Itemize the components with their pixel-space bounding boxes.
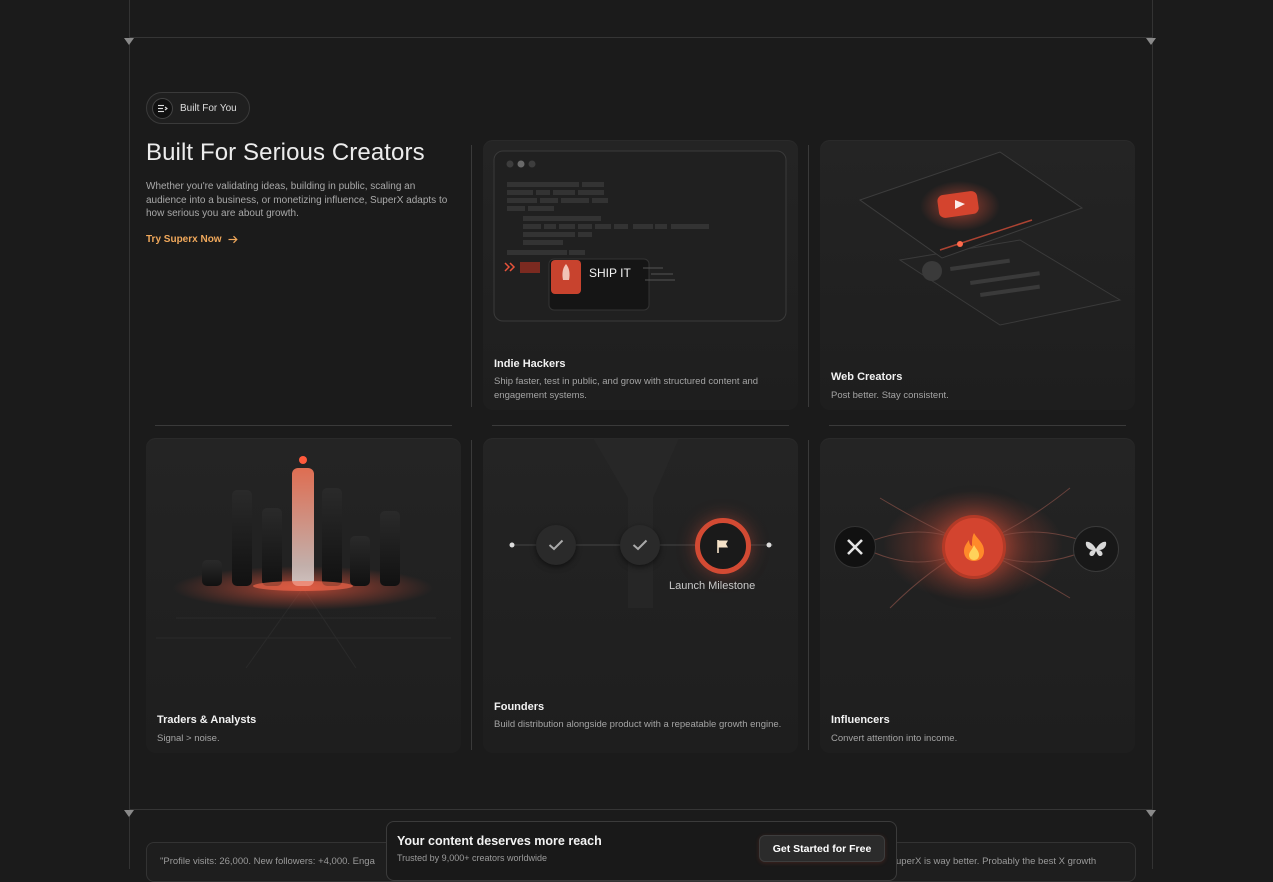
popup-subtitle: Trusted by 9,000+ creators worldwide <box>397 853 547 863</box>
code-editor-illustration <box>483 140 798 340</box>
try-superx-link[interactable]: Try Superx Now <box>146 234 238 245</box>
check-icon <box>536 525 576 565</box>
grid-separator <box>492 425 789 426</box>
card-title: Influencers <box>831 714 890 726</box>
badge-label: Built For You <box>180 103 237 114</box>
frame-line-left <box>129 0 130 869</box>
frame-line-bottom <box>129 809 1152 810</box>
flag-icon <box>695 518 751 574</box>
section-description: Whether you're validating ideas, buildin… <box>146 180 454 221</box>
frame-line-top <box>129 37 1152 38</box>
bar-chart-illustration <box>146 438 461 678</box>
check-icon <box>620 525 660 565</box>
reach-cta-popup: Your content deserves more reach Trusted… <box>386 821 897 881</box>
testimonial-quote: uperX is way better. Probably the best X… <box>896 856 1116 867</box>
card-title: Founders <box>494 701 544 713</box>
arrow-right-icon <box>228 235 238 244</box>
grid-separator <box>155 425 452 426</box>
milestone-label: Launch Milestone <box>669 580 755 592</box>
card-description: Post better. Stay consistent. <box>831 389 949 403</box>
card-indie-hackers[interactable]: SHIP IT Indie Hackers Ship faster, test … <box>483 140 798 410</box>
butterfly-icon <box>1073 526 1119 572</box>
grid-separator <box>829 425 1126 426</box>
card-traders-analysts[interactable]: Traders & Analysts Signal > noise. <box>146 438 461 753</box>
get-started-button[interactable]: Get Started for Free <box>759 835 885 862</box>
section-title: Built For Serious Creators <box>146 139 425 167</box>
card-description: Signal > noise. <box>157 732 220 746</box>
card-description: Ship faster, test in public, and grow wi… <box>494 375 784 403</box>
grid-separator <box>471 145 472 407</box>
card-title: Indie Hackers <box>494 358 566 370</box>
card-description: Convert attention into income. <box>831 732 957 746</box>
list-icon <box>152 98 173 119</box>
card-title: Traders & Analysts <box>157 714 256 726</box>
grid-separator <box>808 440 809 750</box>
corner-marker <box>124 810 134 817</box>
fire-icon <box>942 515 1006 579</box>
x-logo-icon <box>834 526 876 568</box>
card-web-creators[interactable]: Web Creators Post better. Stay consisten… <box>820 140 1135 410</box>
corner-marker <box>124 38 134 45</box>
popup-title: Your content deserves more reach <box>397 834 602 848</box>
testimonial-quote: "Profile visits: 26,000. New followers: … <box>160 856 390 867</box>
ship-it-label: SHIP IT <box>589 266 631 280</box>
grid-separator <box>471 440 472 750</box>
cta-label: Try Superx Now <box>146 234 222 245</box>
card-title: Web Creators <box>831 371 902 383</box>
card-influencers[interactable]: Influencers Convert attention into incom… <box>820 438 1135 753</box>
card-description: Build distribution alongside product wit… <box>494 718 784 732</box>
corner-marker <box>1146 38 1156 45</box>
video-post-illustration <box>820 140 1135 340</box>
grid-separator <box>808 145 809 407</box>
card-founders[interactable]: Launch Milestone Founders Build distribu… <box>483 438 798 753</box>
section-badge: Built For You <box>146 92 250 124</box>
corner-marker <box>1146 810 1156 817</box>
frame-line-right <box>1152 0 1153 869</box>
